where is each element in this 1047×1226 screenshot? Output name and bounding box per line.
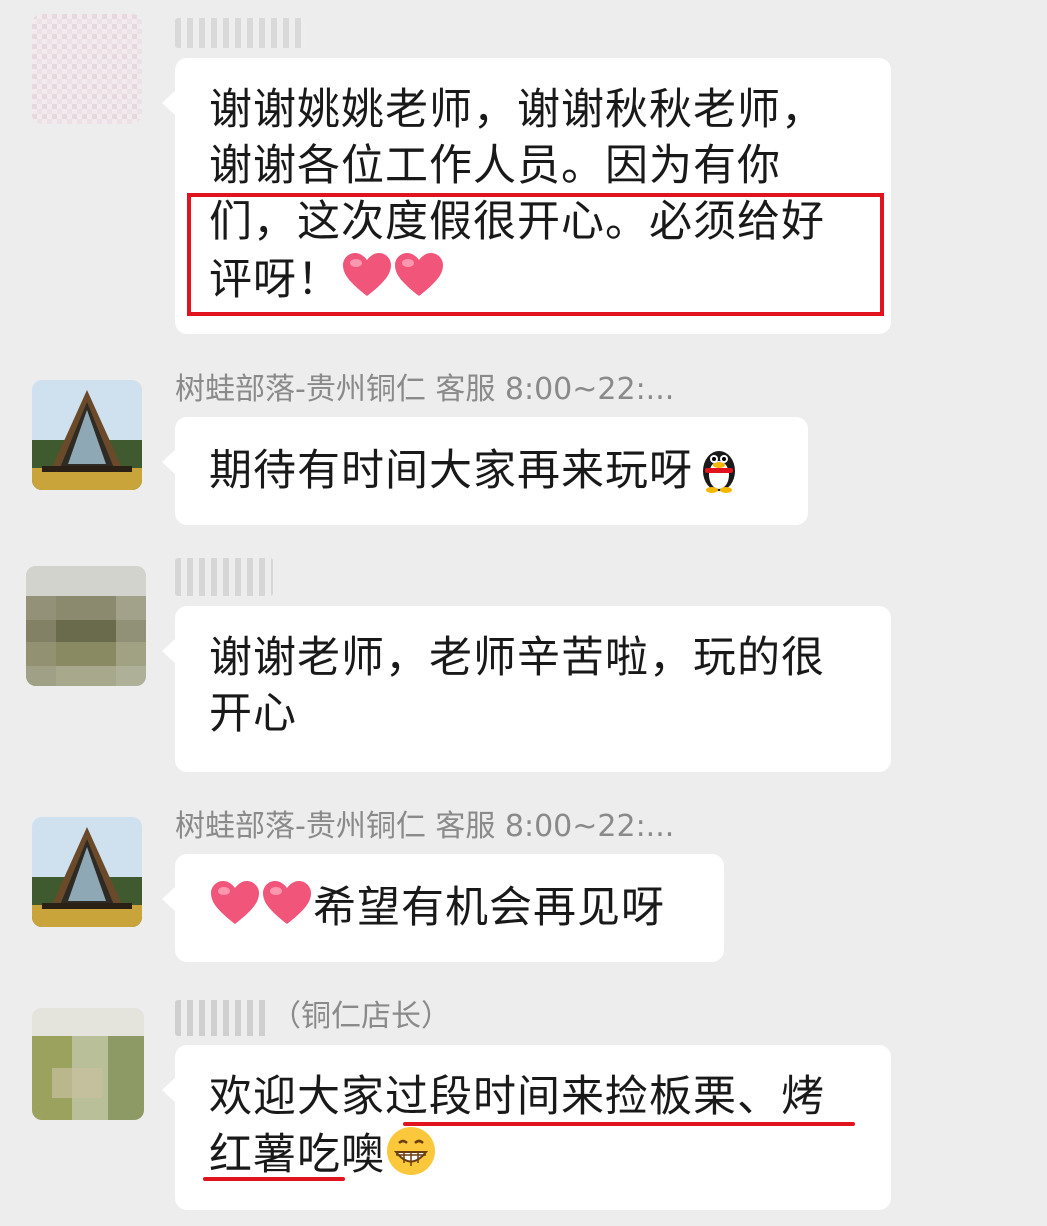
red-heart-icon [211, 881, 259, 924]
message-text-line: 评呀！ [209, 250, 857, 308]
message-text-line: 们，这次度假很开心。必须给好 [209, 197, 825, 247]
message-text-line: 开心 [209, 689, 297, 739]
message-bubble[interactable]: 谢谢姚姚老师，谢谢秋秋老师， 谢谢各位工作人员。因为有你 们，这次度假很开心。必… [162, 58, 891, 334]
sender-name [175, 556, 273, 596]
blurred-name [175, 999, 271, 1036]
qq-penguin-icon [703, 451, 735, 493]
blurred-name [175, 557, 273, 596]
message-bubble[interactable]: 谢谢老师，老师辛苦啦，玩的很 开心 [162, 606, 891, 772]
message-bubble[interactable]: 期待有时间大家再来玩呀 [162, 417, 808, 525]
red-heart-icon [343, 253, 391, 296]
avatar[interactable] [32, 14, 142, 124]
message-text: 期待有时间大家再来玩呀 [209, 446, 693, 496]
sender-name: （铜仁店长） [175, 997, 451, 1037]
red-heart-icon [263, 881, 311, 924]
message-text-line: 红薯吃噢 [209, 1125, 857, 1183]
sender-name: 树蛙部落-贵州铜仁 客服 8:00~22:... [175, 372, 675, 407]
sender-name [175, 12, 305, 52]
message-text: 评呀！ [209, 255, 341, 305]
message-text: 红薯吃噢 [209, 1130, 385, 1180]
blurred-name [175, 17, 305, 48]
avatar[interactable] [32, 1008, 144, 1120]
sender-title: （铜仁店长） [271, 999, 451, 1034]
avatar[interactable] [26, 566, 146, 686]
red-heart-icon [395, 253, 443, 296]
sender-name: 树蛙部落-贵州铜仁 客服 8:00~22:... [175, 809, 675, 844]
message-text-line: 谢谢姚姚老师，谢谢秋秋老师， [209, 85, 825, 135]
grinning-face-icon [387, 1127, 435, 1175]
message-text-line: 欢迎大家过段时间来捡板栗、烤 [209, 1072, 825, 1122]
message-text-line: 谢谢老师，老师辛苦啦，玩的很 [209, 633, 825, 683]
avatar[interactable] [32, 817, 142, 927]
avatar[interactable] [32, 380, 142, 490]
chat-window: 谢谢姚姚老师，谢谢秋秋老师， 谢谢各位工作人员。因为有你 们，这次度假很开心。必… [0, 0, 1047, 1226]
message-text: 希望有机会再见呀 [313, 883, 665, 933]
message-text-line: 谢谢各位工作人员。因为有你 [209, 141, 781, 191]
message-bubble[interactable]: 欢迎大家过段时间来捡板栗、烤 红薯吃噢 [162, 1045, 891, 1210]
message-bubble[interactable]: 希望有机会再见呀 [162, 854, 724, 962]
